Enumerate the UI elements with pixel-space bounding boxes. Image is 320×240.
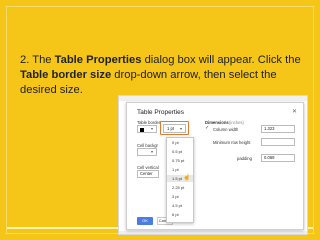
column-width-input[interactable]: 1.323 (261, 125, 295, 133)
cell-padding-input[interactable]: 0.069 (261, 154, 295, 162)
hand-pointer-icon: ☝ (183, 175, 191, 181)
dialog-title: Table Properties (137, 109, 184, 116)
chevron-down-icon: ▾ (151, 126, 154, 131)
border-size-option-hovered[interactable]: 1.5 pt ☝ (167, 175, 193, 182)
column-width-check-icon[interactable]: ✓ (205, 125, 209, 131)
border-size-option[interactable]: 0.75 pt (167, 157, 193, 164)
min-row-height-label: Minimum row height (213, 140, 251, 145)
border-size-dropdown-list: 0 pt 0.5 pt 0.75 pt 1 pt 1.5 pt ☝ 2.25 p… (166, 137, 194, 223)
min-row-height-input[interactable] (261, 138, 295, 146)
border-size-option[interactable]: 0 pt (167, 139, 193, 146)
border-size-option-label: 1.5 pt (172, 176, 183, 181)
dialog-screenshot: Table Properties ✕ Table border ▾ 1 pt ▾… (118, 95, 308, 235)
cell-vertical-select[interactable]: Center (137, 170, 159, 178)
border-size-option[interactable]: 0.5 pt (167, 148, 193, 155)
cell-padding-label: padding (237, 156, 252, 161)
instruction-text: 2. The Table Properties dialog box will … (20, 54, 301, 96)
highlight-box (160, 121, 189, 135)
border-size-option[interactable]: 4.5 pt (167, 202, 193, 209)
ok-button[interactable]: OK (137, 217, 153, 225)
column-width-value: 1.323 (264, 126, 275, 131)
border-size-option[interactable]: 2.25 pt (167, 184, 193, 191)
cell-padding-value: 0.069 (264, 155, 275, 160)
table-properties-dialog: Table Properties ✕ Table border ▾ 1 pt ▾… (126, 102, 304, 230)
border-size-option[interactable]: 6 pt (167, 211, 193, 218)
border-color-picker[interactable]: ▾ (137, 125, 157, 133)
cell-background-picker[interactable]: ▾ (137, 148, 157, 156)
column-width-label: Column width (213, 127, 239, 132)
dimensions-unit: (inches) (229, 120, 244, 125)
chevron-down-icon: ▾ (151, 149, 154, 154)
border-color-swatch (140, 127, 144, 132)
border-size-option[interactable]: 3 pt (167, 193, 193, 200)
border-size-option[interactable]: 1 pt (167, 166, 193, 173)
cell-vertical-value: Center (140, 171, 153, 176)
close-icon[interactable]: ✕ (292, 108, 297, 115)
